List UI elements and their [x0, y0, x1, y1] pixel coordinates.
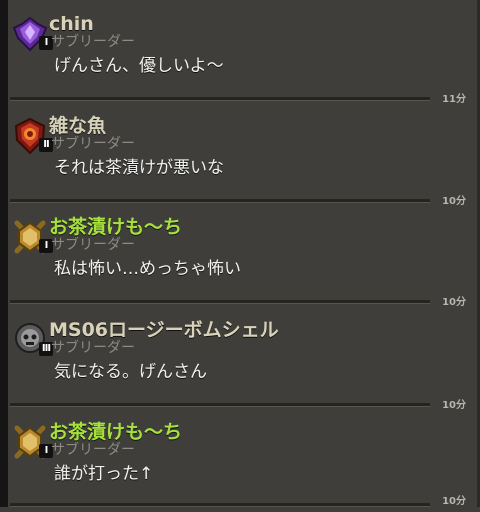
gold-crest-icon: I: [10, 422, 53, 462]
chat-message: I お茶漬けも〜ち サブリーダー 誰が打った↑: [0, 420, 480, 512]
message-divider: [10, 97, 430, 101]
message-text: 私は怖い…めっちゃ怖い: [54, 259, 241, 279]
chat-message: I お茶漬けも〜ち サブリーダー 私は怖い…めっちゃ怖い: [0, 215, 480, 307]
sender-role: サブリーダー: [51, 442, 135, 458]
message-text: 気になる。げんさん: [54, 362, 207, 382]
timestamp: 11分: [442, 94, 466, 105]
purple-crest-icon: I: [10, 14, 53, 54]
clan-chat-panel: I chin サブリーダー げんさん、優しいよ〜 11分 II 雑な魚 サブリー…: [0, 0, 480, 507]
timestamp: 10分: [442, 400, 466, 411]
message-text: 誰が打った↑: [54, 464, 154, 484]
chat-message: III MS06ロージーボムシェル サブリーダー 気になる。げんさん: [0, 318, 480, 410]
sender-role: サブリーダー: [51, 340, 135, 356]
timestamp: 10分: [442, 496, 466, 507]
chat-message: II 雑な魚 サブリーダー それは茶漬けが悪いな: [0, 114, 480, 206]
message-divider: [10, 503, 430, 507]
timestamp: 10分: [442, 196, 466, 207]
message-divider: [10, 199, 430, 203]
timestamp: 10分: [442, 297, 466, 308]
chat-message: I chin サブリーダー げんさん、優しいよ〜: [0, 12, 480, 104]
red-crest-icon: II: [10, 116, 53, 156]
skull-crest-icon: III: [10, 320, 53, 360]
gold-crest-icon: I: [10, 217, 53, 257]
sender-role: サブリーダー: [51, 34, 135, 50]
sender-role: サブリーダー: [51, 136, 135, 152]
message-divider: [10, 300, 430, 304]
sender-role: サブリーダー: [51, 237, 135, 253]
message-text: げんさん、優しいよ〜: [54, 56, 224, 76]
message-divider: [10, 403, 430, 407]
message-text: それは茶漬けが悪いな: [54, 158, 224, 178]
